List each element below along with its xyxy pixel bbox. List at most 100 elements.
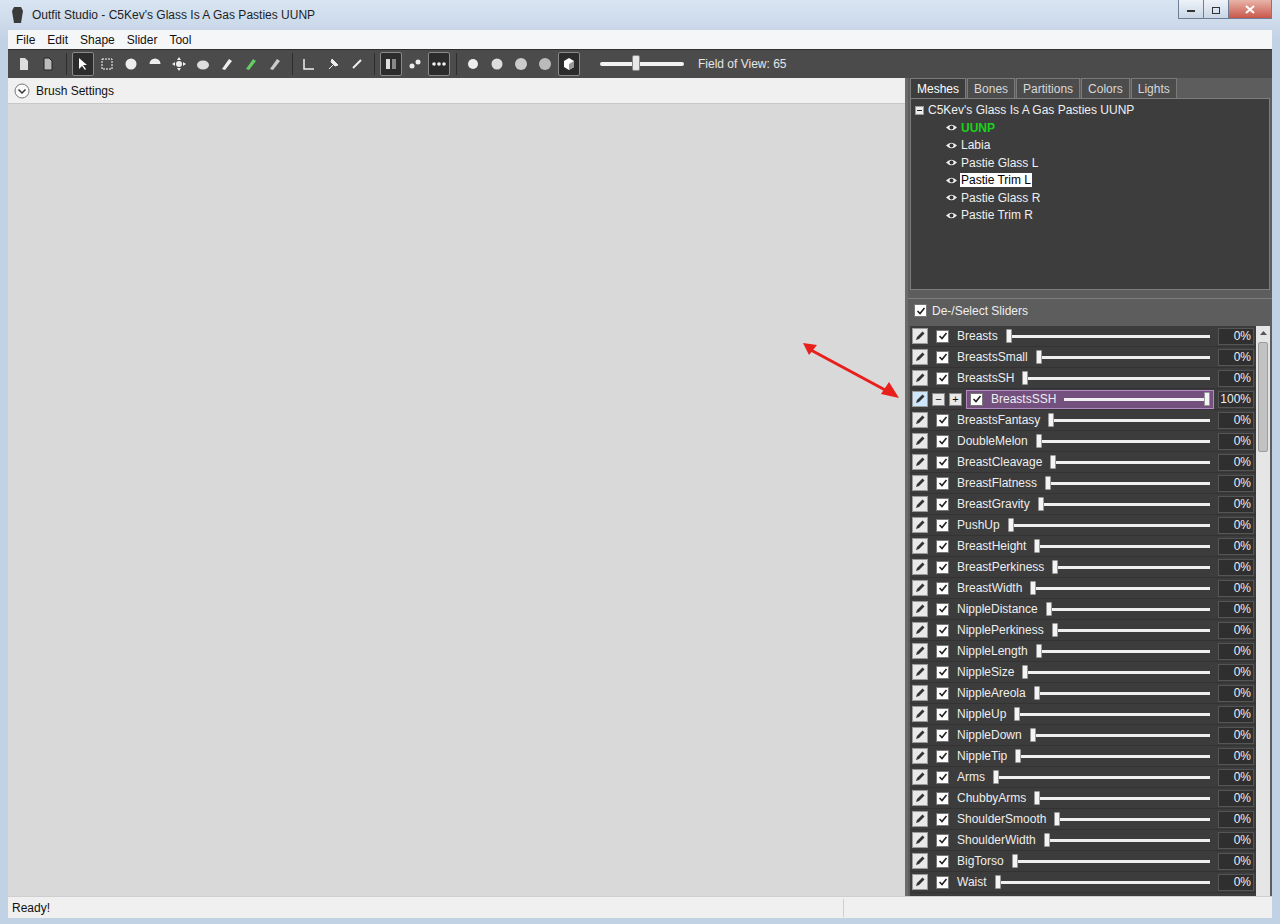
- slider-track[interactable]: [1034, 797, 1210, 800]
- eye-icon[interactable]: [945, 158, 958, 167]
- slider-track[interactable]: [1052, 629, 1210, 632]
- eye-icon[interactable]: [945, 211, 958, 220]
- panel-tab[interactable]: Bones: [967, 78, 1015, 98]
- slider-track[interactable]: [1015, 755, 1210, 758]
- eye-icon[interactable]: [945, 141, 958, 150]
- slider-value[interactable]: 0%: [1218, 601, 1254, 618]
- edit-slider-button[interactable]: [912, 454, 928, 470]
- slider-value[interactable]: 100%: [1218, 391, 1254, 408]
- tool-button[interactable]: [14, 52, 36, 76]
- slider-checkbox[interactable]: [936, 561, 949, 574]
- slider-track[interactable]: [993, 776, 1210, 779]
- slider-checkbox[interactable]: [936, 477, 949, 490]
- slider-track[interactable]: [1036, 440, 1210, 443]
- panel-tab[interactable]: Meshes: [910, 78, 966, 98]
- slider-thumb[interactable]: [1012, 854, 1018, 868]
- slider-thumb[interactable]: [993, 770, 999, 784]
- slider-value[interactable]: 0%: [1218, 685, 1254, 702]
- slider-value[interactable]: 0%: [1218, 349, 1254, 366]
- slider-checkbox[interactable]: [936, 876, 949, 889]
- slider-checkbox[interactable]: [936, 708, 949, 721]
- slider-thumb[interactable]: [1036, 644, 1042, 658]
- slider-value[interactable]: 0%: [1218, 769, 1254, 786]
- tool-button[interactable]: [38, 52, 60, 76]
- slider-track[interactable]: [1034, 692, 1210, 695]
- slider-value[interactable]: 0%: [1218, 433, 1254, 450]
- slider-thumb[interactable]: [1008, 518, 1014, 532]
- slider-checkbox[interactable]: [936, 456, 949, 469]
- slider-value[interactable]: 0%: [1218, 559, 1254, 576]
- edit-slider-button[interactable]: [912, 748, 928, 764]
- slider-thumb[interactable]: [1050, 455, 1056, 469]
- tool-button[interactable]: [322, 52, 344, 76]
- slider-checkbox[interactable]: [936, 666, 949, 679]
- slider-track[interactable]: [1022, 671, 1210, 674]
- tool-button[interactable]: [486, 52, 508, 76]
- 3d-viewport[interactable]: [8, 104, 905, 896]
- slider-value[interactable]: 0%: [1218, 538, 1254, 555]
- slider-checkbox[interactable]: [936, 687, 949, 700]
- eye-icon[interactable]: [945, 123, 958, 132]
- menu-item[interactable]: Tool: [163, 33, 197, 47]
- slider-checkbox[interactable]: [970, 393, 983, 406]
- edit-slider-button[interactable]: [912, 538, 928, 554]
- edit-slider-button[interactable]: [912, 370, 928, 386]
- slider-checkbox[interactable]: [936, 792, 949, 805]
- slider-value[interactable]: 0%: [1218, 580, 1254, 597]
- slider-value[interactable]: 0%: [1218, 454, 1254, 471]
- edit-slider-button[interactable]: [912, 391, 928, 407]
- edit-slider-button[interactable]: [912, 832, 928, 848]
- slider-value[interactable]: 0%: [1218, 853, 1254, 870]
- tool-button[interactable]: [96, 52, 118, 76]
- slider-thumb[interactable]: [1022, 371, 1028, 385]
- slider-value[interactable]: 0%: [1218, 727, 1254, 744]
- slider-thumb[interactable]: [1022, 665, 1028, 679]
- slider-thumb[interactable]: [1045, 476, 1051, 490]
- slider-thumb[interactable]: [1034, 539, 1040, 553]
- collapse-icon[interactable]: [915, 106, 924, 115]
- slider-value[interactable]: 0%: [1218, 790, 1254, 807]
- close-button[interactable]: [1228, 0, 1272, 19]
- menu-item[interactable]: Slider: [121, 33, 164, 47]
- edit-slider-button[interactable]: [912, 853, 928, 869]
- slider-track[interactable]: [995, 881, 1210, 884]
- slider-checkbox[interactable]: [936, 624, 949, 637]
- tool-button[interactable]: [404, 52, 426, 76]
- tool-button[interactable]: [264, 52, 286, 76]
- edit-slider-button[interactable]: [912, 643, 928, 659]
- edit-slider-button[interactable]: [912, 580, 928, 596]
- slider-track[interactable]: [1030, 587, 1210, 590]
- menu-item[interactable]: Shape: [74, 33, 121, 47]
- mesh-item[interactable]: Pastie Glass L: [915, 154, 1265, 172]
- slider-thumb[interactable]: [1048, 413, 1054, 427]
- step-button[interactable]: +: [949, 393, 962, 406]
- slider-value[interactable]: 0%: [1218, 328, 1254, 345]
- slider-thumb[interactable]: [995, 875, 1001, 889]
- maximize-button[interactable]: [1203, 0, 1229, 19]
- edit-slider-button[interactable]: [912, 706, 928, 722]
- slider-track[interactable]: [1036, 356, 1210, 359]
- tool-button[interactable]: [558, 52, 580, 76]
- slider-track[interactable]: [1046, 608, 1210, 611]
- slider-track[interactable]: [1044, 839, 1210, 842]
- tool-button[interactable]: [120, 52, 142, 76]
- edit-slider-button[interactable]: [912, 433, 928, 449]
- slider-checkbox[interactable]: [936, 330, 949, 343]
- edit-slider-button[interactable]: [912, 517, 928, 533]
- slider-track[interactable]: [1048, 419, 1210, 422]
- slider-checkbox[interactable]: [936, 498, 949, 511]
- tool-button[interactable]: [462, 52, 484, 76]
- slider-thumb[interactable]: [1204, 392, 1210, 406]
- slider-thumb[interactable]: [1036, 350, 1042, 364]
- slider-value[interactable]: 0%: [1218, 370, 1254, 387]
- slider-track[interactable]: [1014, 713, 1210, 716]
- slider-value[interactable]: 0%: [1218, 496, 1254, 513]
- slider-checkbox[interactable]: [936, 813, 949, 826]
- slider-thumb[interactable]: [1015, 749, 1021, 763]
- tool-button[interactable]: [144, 52, 166, 76]
- slider-checkbox[interactable]: [936, 519, 949, 532]
- slider-thumb[interactable]: [1014, 707, 1020, 721]
- tool-button[interactable]: [168, 52, 190, 76]
- slider-thumb[interactable]: [1034, 791, 1040, 805]
- slider-thumb[interactable]: [1052, 560, 1058, 574]
